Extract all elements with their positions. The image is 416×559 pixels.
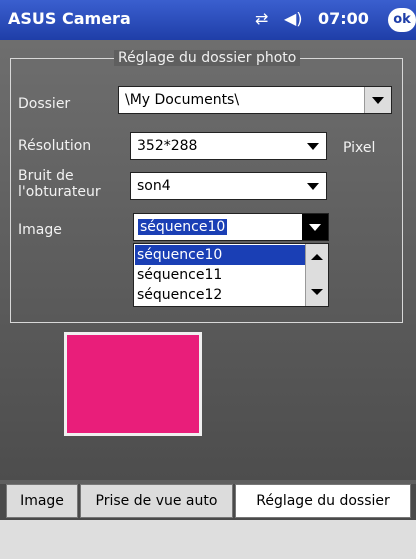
command-bar — [0, 520, 416, 559]
resolution-value: 352*288 — [137, 138, 198, 154]
tab-image[interactable]: Image — [6, 484, 78, 518]
resolution-unit: Pixel — [343, 140, 376, 156]
tab-auto-capture[interactable]: Prise de vue auto — [80, 484, 233, 518]
dropdown-scrollbar[interactable] — [305, 244, 328, 306]
list-item[interactable]: séquence10 — [135, 245, 307, 265]
folder-label: Dossier — [18, 96, 71, 112]
tab-folder-settings[interactable]: Réglage du dossier — [235, 484, 411, 518]
title-bar: ASUS Camera ⇄ ◀) 07:00 ok — [0, 0, 416, 40]
chevron-down-icon[interactable] — [300, 133, 326, 159]
scroll-up-icon[interactable] — [311, 254, 323, 260]
list-item[interactable]: séquence11 — [135, 265, 307, 285]
resolution-combobox[interactable]: 352*288 — [130, 132, 327, 160]
shutter-label-line1: Bruit de — [18, 168, 74, 184]
tab-bar: Image Prise de vue auto Réglage du dossi… — [0, 484, 416, 520]
folder-combobox[interactable]: \My Documents\ — [118, 86, 392, 114]
group-title: Réglage du dossier photo — [114, 50, 301, 66]
scroll-down-icon[interactable] — [311, 289, 323, 295]
clock[interactable]: 07:00 — [318, 9, 369, 28]
resolution-label: Résolution — [18, 138, 92, 154]
ok-button[interactable]: ok — [388, 8, 416, 32]
shutter-value: son4 — [137, 178, 171, 194]
chevron-down-icon[interactable] — [300, 173, 326, 199]
list-item[interactable]: séquence12 — [135, 285, 307, 305]
image-combobox[interactable]: séquence10 — [133, 213, 329, 241]
volume-icon[interactable]: ◀) — [284, 9, 303, 28]
photo-preview — [64, 332, 202, 436]
app-title: ASUS Camera — [8, 9, 131, 28]
connectivity-icon[interactable]: ⇄ — [255, 9, 268, 28]
chevron-down-icon[interactable] — [364, 87, 391, 113]
image-value: séquence10 — [138, 219, 228, 235]
shutter-sound-combobox[interactable]: son4 — [130, 172, 327, 200]
chevron-down-icon[interactable] — [302, 214, 328, 240]
image-dropdown-list[interactable]: séquence10 séquence11 séquence12 — [133, 243, 329, 307]
shutter-label-line2: l'obturateur — [18, 184, 101, 200]
image-label: Image — [18, 222, 62, 238]
folder-value: \My Documents\ — [125, 92, 240, 108]
